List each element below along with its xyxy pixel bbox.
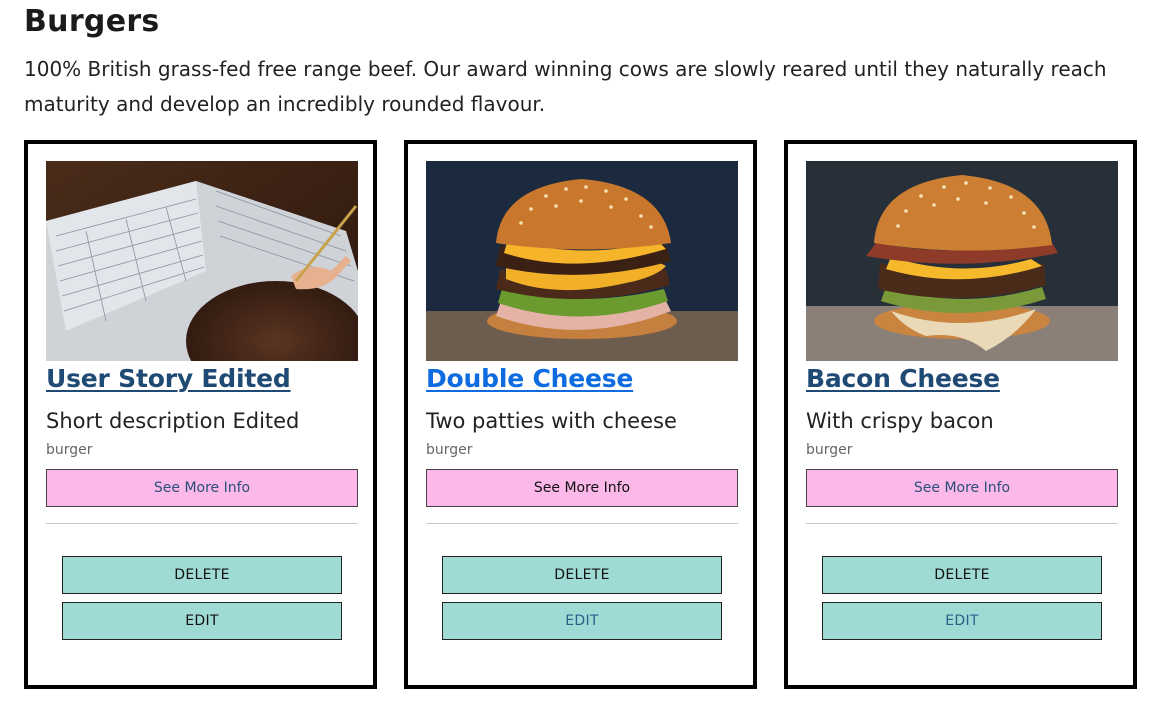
see-more-info-button[interactable]: See More Info [806,469,1118,507]
product-title-link[interactable]: User Story Edited [46,364,291,393]
product-category: burger [806,442,853,458]
product-image [46,161,358,361]
product-card: Bacon Cheese With crispy bacon burger Se… [784,140,1137,689]
section-description: 100% British grass-fed free range beef. … [24,57,1107,116]
product-short-description: Two patties with cheese [426,409,677,433]
edit-button[interactable]: EDIT [442,602,722,640]
delete-button[interactable]: DELETE [62,556,342,594]
card-divider [46,523,358,524]
product-category: burger [426,442,473,458]
product-short-description: Short description Edited [46,409,300,433]
delete-button[interactable]: DELETE [442,556,722,594]
card-divider [426,523,738,524]
product-card: User Story Edited Short description Edit… [24,140,377,689]
section-title: Burgers [24,4,160,39]
product-image [806,161,1118,361]
see-more-info-button[interactable]: See More Info [46,469,358,507]
product-title-link[interactable]: Bacon Cheese [806,364,1000,393]
product-short-description: With crispy bacon [806,409,994,433]
product-card: Double Cheese Two patties with cheese bu… [404,140,757,689]
card-divider [806,523,1118,524]
product-title-link[interactable]: Double Cheese [426,364,633,393]
edit-button[interactable]: EDIT [62,602,342,640]
edit-button[interactable]: EDIT [822,602,1102,640]
delete-button[interactable]: DELETE [822,556,1102,594]
menu-page: Burgers 100% British grass-fed free rang… [0,0,1164,704]
product-category: burger [46,442,93,458]
see-more-info-button[interactable]: See More Info [426,469,738,507]
product-image [426,161,738,361]
